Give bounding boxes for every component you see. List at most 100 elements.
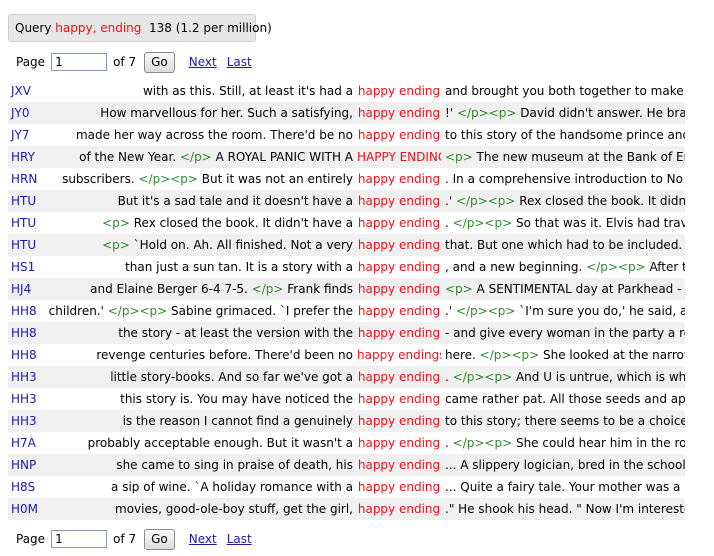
source-cell: HH8 xyxy=(8,344,45,366)
source-code-link[interactable]: H0M xyxy=(11,502,38,516)
concordance-row: JY0 How marvellous for her. Such a satisf… xyxy=(8,102,685,124)
source-code-link[interactable]: JY0 xyxy=(11,106,30,120)
go-button[interactable]: Go xyxy=(144,528,175,550)
source-code-link[interactable]: H7A xyxy=(11,436,36,450)
left-context: children.' </p><p> Sabine grimaced. `I p… xyxy=(48,304,353,318)
source-code-link[interactable]: HH3 xyxy=(11,414,37,428)
source-code-link[interactable]: HH3 xyxy=(11,370,37,384)
source-code-link[interactable]: HTU xyxy=(11,238,36,252)
node-word: happy ending xyxy=(357,392,441,406)
concordance-row: H0M movies, good-ole-boy stuff, get the g… xyxy=(8,498,685,520)
go-button[interactable]: Go xyxy=(144,51,175,73)
source-code-link[interactable]: HH3 xyxy=(11,392,37,406)
context-text: came rather pat. All those seeds and app… xyxy=(445,392,685,406)
context-text: ... A slippery logician, bred in the sch… xyxy=(445,458,685,472)
node-word: happy ending xyxy=(357,172,441,186)
right-context: .' </p><p> Rex closed the book. It didn'… xyxy=(441,190,685,212)
source-code-link[interactable]: HJ4 xyxy=(11,282,31,296)
context-text: that. But one which had to be included. xyxy=(445,238,683,252)
concordance-row: H8S a sip of wine. `A holiday romance wit… xyxy=(8,476,685,498)
markup-tag: </p><p> xyxy=(138,172,198,186)
source-code-link[interactable]: HH8 xyxy=(11,304,37,318)
concordance-row: H7A probably acceptable enough. But it wa… xyxy=(8,432,685,454)
concordance-row: HH8 revenge centuries before. There'd bee… xyxy=(8,344,685,366)
hit-count: 138 xyxy=(149,21,172,35)
node-word: happy ending xyxy=(357,128,441,142)
source-cell: HS1 xyxy=(8,256,45,278)
source-code-link[interactable]: HNP xyxy=(11,458,36,472)
left-context: movies, good-ole-boy stuff, get the girl… xyxy=(45,498,357,520)
left-context: this story is. You may have noticed the xyxy=(120,392,353,406)
context-text: `I'm sure you do,' he said, after xyxy=(519,304,685,318)
left-context: is the reason I cannot find a genuinely xyxy=(45,410,357,432)
context-text: . xyxy=(445,436,453,450)
concordance-row: HJ4 and Elaine Berger 6-4 7-5. </p> Frank… xyxy=(8,278,685,300)
concordance-row: HH3 little story-books. And so far we've … xyxy=(8,366,685,388)
context-text: After the church xyxy=(649,260,685,274)
right-context: here. </p><p> She looked at the narrow f… xyxy=(441,344,685,366)
markup-tag: </p> xyxy=(179,150,212,164)
left-context: the story - at least the version with th… xyxy=(45,322,357,344)
context-text: . In a comprehensive introduction to No xyxy=(445,172,683,186)
context-text: ... Quite a fairy tale. Your mother was … xyxy=(445,480,681,494)
next-page-link[interactable]: Next xyxy=(189,532,217,546)
right-context: , and a new beginning. </p><p> After the… xyxy=(441,256,685,278)
context-text: . xyxy=(445,370,453,384)
context-text: A SENTIMENTAL day at Parkhead - the last xyxy=(476,282,685,296)
concordance-row: HRN subscribers. </p><p> But it was not a… xyxy=(8,168,685,190)
source-cell: HH8 xyxy=(8,322,45,344)
pager-top: Page of 7 Go Next Last xyxy=(16,51,252,73)
markup-tag: </p><p> xyxy=(452,370,513,384)
last-page-link[interactable]: Last xyxy=(227,532,252,546)
node-word: happy ending xyxy=(357,366,441,388)
source-cell: HH3 xyxy=(8,366,45,388)
source-code-link[interactable]: H8S xyxy=(11,480,35,494)
left-context: with as this. Still, at least it's had a xyxy=(142,84,353,98)
context-text: !' xyxy=(445,106,457,120)
left-context: probably acceptable enough. But it wasn'… xyxy=(87,436,353,450)
last-page-link[interactable]: Last xyxy=(227,55,252,69)
node-word: HAPPY ENDING xyxy=(357,146,441,168)
node-word: happy ending xyxy=(357,498,441,520)
next-page-link[interactable]: Next xyxy=(189,55,217,69)
markup-tag: </p> xyxy=(251,282,284,296)
source-code-link[interactable]: HTU xyxy=(11,216,36,230)
right-context: ... Quite a fairy tale. Your mother was … xyxy=(441,476,685,498)
concordance-row: HTU <p> Rex closed the book. It didn't ha… xyxy=(8,212,685,234)
page-number-input[interactable] xyxy=(51,53,108,71)
source-code-link[interactable]: JY7 xyxy=(11,128,30,142)
context-text: - and give every woman in the party a ro… xyxy=(445,326,685,340)
context-text: So that was it. Elvis had travelled xyxy=(515,216,685,230)
left-context: than just a sun tan. It is a story with … xyxy=(125,260,353,274)
context-text: to this story; there seems to be a choic… xyxy=(445,414,685,428)
hit-rate: (1.2 per million) xyxy=(175,21,272,35)
source-code-link[interactable]: HRN xyxy=(11,172,37,186)
page-total: of 7 xyxy=(113,532,137,546)
source-code-link[interactable]: HH8 xyxy=(11,348,37,362)
source-code-link[interactable]: JXV xyxy=(11,84,31,98)
source-cell: HTU xyxy=(8,190,45,212)
node-word: happy ending xyxy=(357,102,441,124)
left-context: <p> `Hold on. Ah. All finished. Not a ve… xyxy=(45,234,357,256)
markup-tag: </p><p> xyxy=(586,260,646,274)
query-summary: Query happy, ending 138 (1.2 per million… xyxy=(8,14,272,42)
source-cell: JY0 xyxy=(8,102,45,124)
left-context: a sip of wine. `A holiday romance with a xyxy=(111,480,353,494)
node-word: happy ending xyxy=(357,234,441,256)
source-cell: JY7 xyxy=(8,124,45,146)
node-word: happy ending xyxy=(357,278,441,300)
page-label: Page xyxy=(16,532,46,546)
right-context: . </p><p> She could hear him in the room… xyxy=(441,432,685,454)
markup-tag: </p><p> xyxy=(452,216,513,230)
markup-tag: </p><p> xyxy=(479,348,540,362)
right-context: . </p><p> So that was it. Elvis had trav… xyxy=(441,212,685,234)
source-code-link[interactable]: HTU xyxy=(11,194,36,208)
markup-tag: </p><p> xyxy=(456,106,517,120)
source-code-link[interactable]: HS1 xyxy=(11,260,35,274)
source-cell: H7A xyxy=(8,432,45,454)
page-number-input[interactable] xyxy=(51,530,108,548)
source-code-link[interactable]: HRY xyxy=(11,150,35,164)
source-code-link[interactable]: HH8 xyxy=(11,326,37,340)
node-word: happy ending xyxy=(357,84,441,98)
node-word: happy ending xyxy=(357,436,441,450)
